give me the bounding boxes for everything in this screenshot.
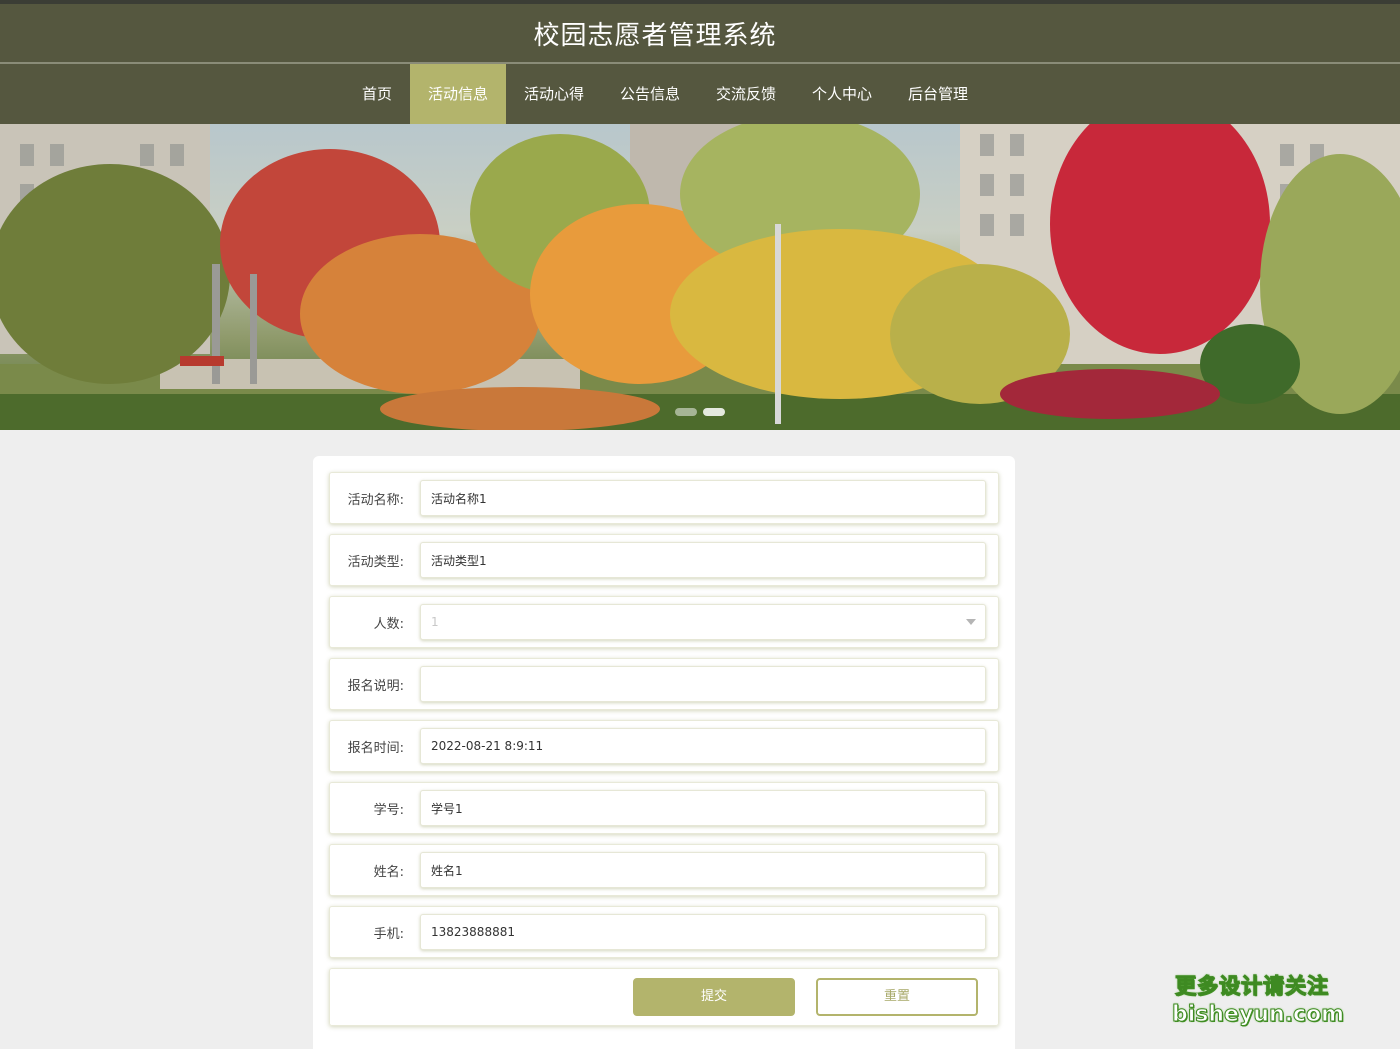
signup-form: 活动名称: 活动类型: 人数: 1 报名说明: 报名时间: 学号: 姓名: 手机… [313,456,1015,1049]
nav-item-personal-center[interactable]: 个人中心 [794,64,890,124]
signup-time-input[interactable] [420,728,986,764]
site-title: 校园志愿者管理系统 [533,20,777,51]
nav-item-admin[interactable]: 后台管理 [890,64,986,124]
banner-dot-2[interactable] [703,408,725,416]
watermark-line-2: bisheyun.com [1172,1002,1345,1028]
form-row-activity-type: 活动类型: [329,534,999,586]
form-row-signup-note: 报名说明: [329,658,999,710]
activity-name-input[interactable] [420,480,986,516]
phone-label: 手机: [373,926,404,942]
headcount-label: 人数: [373,616,404,632]
submit-button[interactable]: 提交 [633,978,795,1016]
nav-item-activity-experience[interactable]: 活动心得 [506,64,602,124]
student-id-label: 学号: [373,802,404,818]
name-label: 姓名: [373,864,404,880]
chevron-down-icon[interactable] [966,619,976,625]
signup-note-label: 报名说明: [347,678,404,694]
activity-type-label: 活动类型: [347,554,404,570]
campus-banner-image [0,124,1400,430]
activity-type-input[interactable] [420,542,986,578]
nav-item-announcements[interactable]: 公告信息 [602,64,698,124]
banner-dot-1[interactable] [675,408,697,416]
nav-item-activity-info[interactable]: 活动信息 [409,64,506,124]
form-actions: 提交 重置 [329,968,999,1026]
name-input[interactable] [420,852,986,888]
watermark: 更多设计请关注 bisheyun.com [1172,970,1345,1028]
main-nav: 首页 活动信息 活动心得 公告信息 交流反馈 个人中心 后台管理 [0,64,1400,124]
signup-time-label: 报名时间: [347,740,404,756]
student-id-input[interactable] [420,790,986,826]
site-header: 校园志愿者管理系统 [0,4,1400,64]
form-row-signup-time: 报名时间: [329,720,999,772]
nav-item-feedback[interactable]: 交流反馈 [698,64,794,124]
banner-illustration [0,124,1400,430]
form-row-student-id: 学号: [329,782,999,834]
form-row-phone: 手机: [329,906,999,958]
signup-note-input[interactable] [420,666,986,702]
headcount-selected-value[interactable]: 1 [420,604,986,640]
form-row-name: 姓名: [329,844,999,896]
form-row-activity-name: 活动名称: [329,472,999,524]
nav-item-home[interactable]: 首页 [344,64,410,124]
form-row-headcount: 人数: 1 [329,596,999,648]
activity-name-label: 活动名称: [347,492,404,508]
phone-input[interactable] [420,914,986,950]
reset-button[interactable]: 重置 [816,978,978,1016]
headcount-select[interactable]: 1 [420,604,986,640]
watermark-line-1: 更多设计请关注 [1175,974,1329,999]
banner-pagination [0,408,1400,416]
